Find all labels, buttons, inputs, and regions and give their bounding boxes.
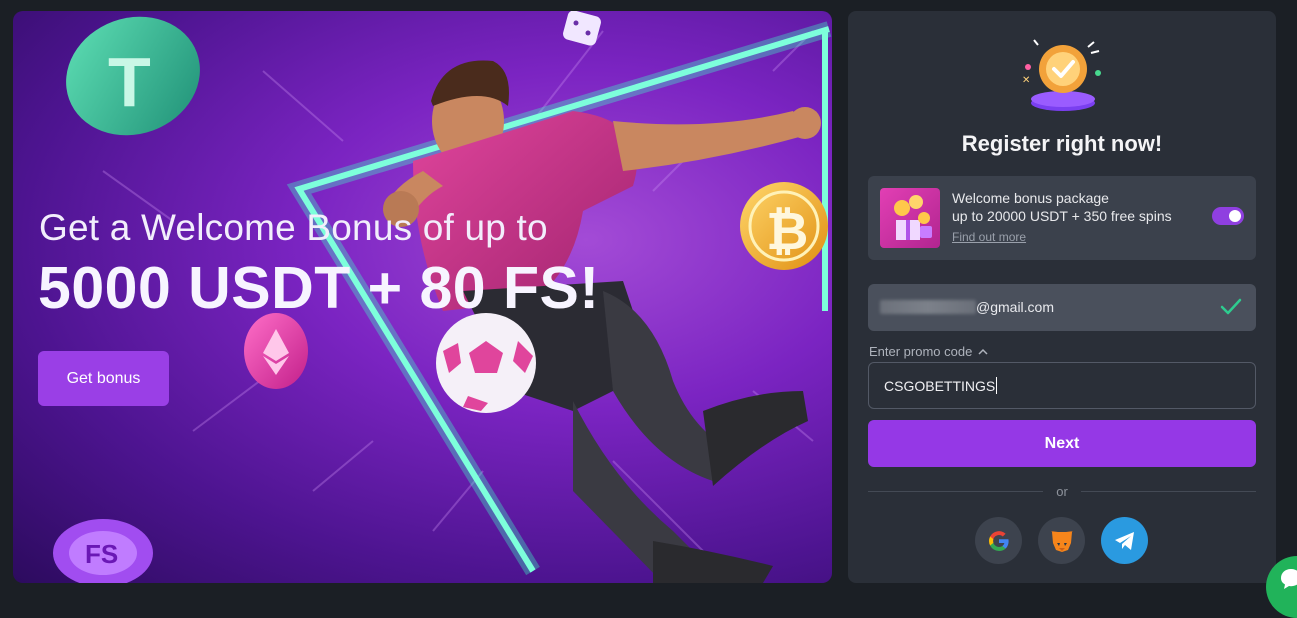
bitcoin-coin-icon: ₿	[740, 182, 828, 270]
svg-text:FS: FS	[85, 539, 118, 569]
metamask-login-button[interactable]	[1038, 517, 1085, 564]
telegram-login-button[interactable]	[1101, 517, 1148, 564]
welcome-bonus-card: Welcome bonus package up to 20000 USDT +…	[868, 176, 1256, 260]
svg-text:T: T	[108, 43, 151, 121]
svg-text:₿: ₿	[766, 203, 808, 261]
fs-chip-icon: FS	[53, 519, 153, 583]
next-button[interactable]: Next	[868, 420, 1256, 467]
chat-bubble-icon	[1281, 569, 1297, 589]
find-out-more-link[interactable]: Find out more	[952, 230, 1026, 244]
get-bonus-button[interactable]: Get bonus	[38, 351, 169, 406]
chevron-up-icon	[978, 348, 988, 355]
email-value: @gmail.com	[976, 299, 1055, 315]
dice-icon	[563, 11, 601, 46]
bonus-title: Welcome bonus package	[952, 190, 1109, 206]
bonus-gift-icon	[880, 188, 940, 248]
ethereum-coin-icon	[244, 313, 308, 389]
banner-offer: 5000 USDT + 80 FS!	[38, 255, 600, 321]
google-icon	[988, 530, 1009, 551]
promo-code-toggle[interactable]: Enter promo code	[869, 344, 988, 359]
redacted-email-prefix	[880, 300, 976, 314]
text-caret	[996, 377, 998, 394]
bonus-toggle[interactable]	[1212, 207, 1244, 225]
register-panel: ✕ Register right now! Welcome bonus pack…	[848, 11, 1276, 583]
reward-badge-icon: ✕	[1022, 39, 1101, 111]
promo-banner: T ₿ FS Get a Welcome Bonus of up to 5000…	[13, 11, 832, 583]
divider-right	[1081, 491, 1256, 492]
bonus-subtitle: up to 20000 USDT + 350 free spins	[952, 208, 1172, 224]
email-field[interactable]: @gmail.com	[868, 284, 1256, 331]
banner-headline: Get a Welcome Bonus of up to	[39, 207, 548, 248]
promo-code-value: CSGOBETTINGS	[884, 378, 996, 394]
tether-coin-icon: T	[66, 16, 200, 136]
promo-code-input[interactable]: CSGOBETTINGS	[868, 362, 1256, 409]
bottom-text-cutoff	[988, 577, 1138, 583]
valid-check-icon	[1220, 298, 1242, 315]
metamask-icon	[1050, 530, 1073, 552]
svg-text:✕: ✕	[1022, 75, 1030, 86]
toggle-knob	[1229, 210, 1241, 222]
google-login-button[interactable]	[975, 517, 1022, 564]
register-title: Register right now!	[961, 131, 1163, 156]
promo-code-label: Enter promo code	[869, 344, 973, 359]
soccer-ball-icon	[436, 313, 536, 413]
telegram-icon	[1114, 531, 1134, 550]
